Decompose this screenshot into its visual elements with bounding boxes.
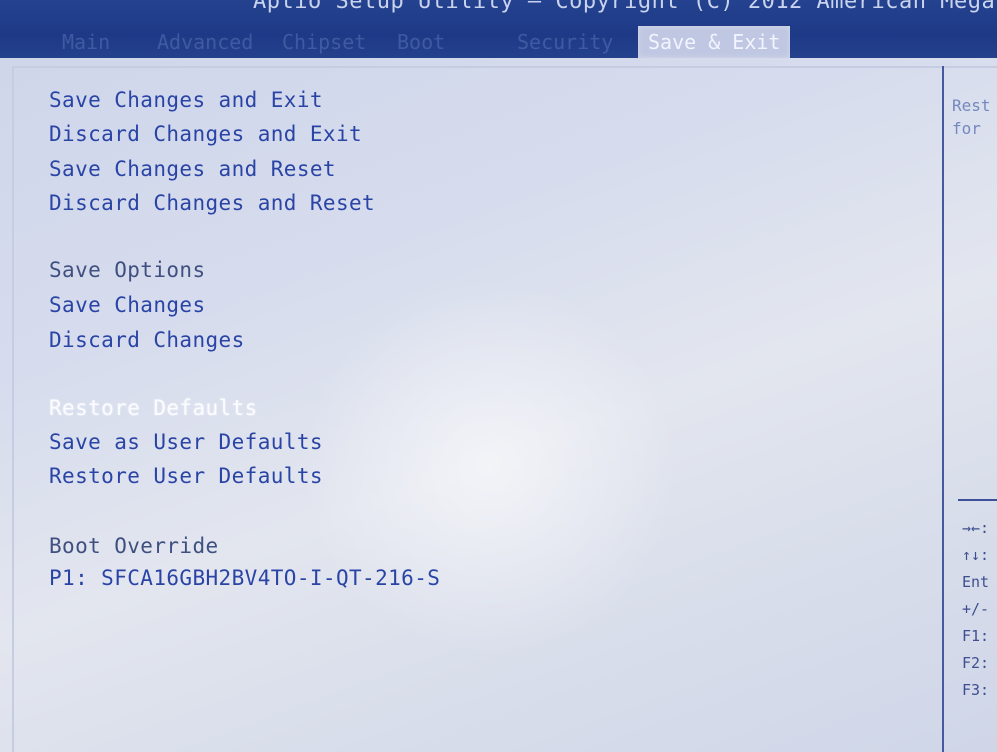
key-legend-f1: F1: (962, 627, 990, 645)
help-text-line-2: for (952, 119, 981, 138)
menu-item-save-changes-and-reset[interactable]: Save Changes and Reset (49, 157, 336, 181)
title-bar: Aptio Setup Utility – Copyright (C) 2012… (0, 0, 997, 58)
section-save-options: Save Options (49, 258, 206, 282)
up-down-arrow-icon: ↑↓: (962, 546, 990, 564)
menu-item-save-as-user-defaults[interactable]: Save as User Defaults (49, 430, 323, 454)
key-legend-divider (958, 499, 997, 501)
key-legend: →←: ↑↓: Ent +/- F1: F2: F3: (962, 515, 989, 704)
tab-chipset[interactable]: Chipset (282, 26, 366, 58)
menu-item-restore-user-defaults[interactable]: Restore User Defaults (49, 464, 323, 488)
left-right-arrow-icon: →←: (962, 519, 990, 537)
section-boot-override: Boot Override (49, 534, 219, 558)
tab-security[interactable]: Security (517, 26, 613, 58)
tab-boot[interactable]: Boot (397, 26, 445, 58)
key-legend-enter: Ent (962, 573, 990, 591)
menu-item-restore-defaults[interactable]: Restore Defaults (49, 396, 258, 420)
help-text-line-1: Rest (952, 96, 991, 115)
help-panel-divider (942, 66, 944, 752)
menu-item-discard-changes-and-exit[interactable]: Discard Changes and Exit (49, 122, 362, 146)
menu-item-save-changes-and-exit[interactable]: Save Changes and Exit (49, 88, 323, 112)
key-legend-f2: F2: (962, 654, 990, 672)
menu-item-save-changes[interactable]: Save Changes (49, 293, 206, 317)
menu-item-discard-changes[interactable]: Discard Changes (49, 328, 245, 352)
key-legend-f3: F3: (962, 681, 990, 699)
key-legend-plus-minus: +/- (962, 600, 990, 618)
tab-main[interactable]: Main (62, 26, 110, 58)
tab-advanced[interactable]: Advanced (157, 26, 253, 58)
window-title: Aptio Setup Utility – Copyright (C) 2012… (253, 0, 996, 14)
boot-override-device-p1[interactable]: P1: SFCA16GBH2BV4TO-I-QT-216-S (49, 566, 440, 590)
tab-save-exit[interactable]: Save & Exit (638, 26, 791, 58)
menu-item-discard-changes-and-reset[interactable]: Discard Changes and Reset (49, 191, 375, 215)
